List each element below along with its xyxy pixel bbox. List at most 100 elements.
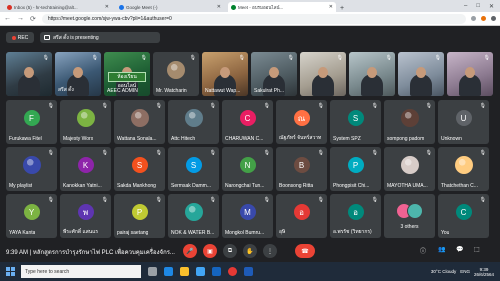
file-explorer-icon[interactable] bbox=[180, 267, 189, 276]
participant-tile[interactable]: 🎙 MAYOTHA UMA... bbox=[384, 147, 435, 191]
participant-name: Majesty Worx bbox=[63, 136, 94, 142]
task-view-icon[interactable] bbox=[148, 267, 157, 276]
participant-tile[interactable]: S 🎙 Sakda Mankhong bbox=[114, 147, 165, 191]
people-button[interactable]: 👥 bbox=[438, 246, 445, 253]
participant-name: อุษิ bbox=[279, 229, 286, 235]
meeting-details-button[interactable]: ⓘ bbox=[420, 246, 426, 255]
mic-muted-icon: 🎙 bbox=[209, 103, 216, 109]
minimize-button[interactable]: – bbox=[464, 3, 467, 10]
participant-name: Sermsak Damm... bbox=[171, 183, 212, 189]
participant-tile[interactable]: 🎙 Mr. Watcharin bbox=[153, 52, 199, 96]
back-arrow-icon[interactable]: ← bbox=[4, 15, 11, 22]
participant-tile[interactable]: ณ 🎙 ณัฐภัทร์ จันทร์สวาท bbox=[276, 100, 327, 144]
profile-avatar[interactable] bbox=[481, 16, 486, 21]
word-icon[interactable] bbox=[244, 267, 253, 276]
participant-tile[interactable]: พ 🎙 พีระศักดิ์ แสนแร bbox=[60, 194, 111, 238]
leave-call-button[interactable]: ☎ bbox=[295, 244, 315, 258]
reload-icon[interactable]: ⟳ bbox=[30, 15, 36, 23]
participant-tile[interactable]: 🎙 bbox=[300, 52, 346, 96]
tab-title: Meet - อบรมออนไลน์... bbox=[238, 4, 284, 10]
presenting-banner[interactable]: สรีส ดั้ง is presenting bbox=[40, 32, 160, 43]
store-icon[interactable] bbox=[196, 267, 205, 276]
participant-tile[interactable]: K 🎙 Kanokkan Yatni... bbox=[60, 147, 111, 191]
presenter-text: สรีส ดั้ง is presenting bbox=[53, 34, 99, 41]
browser-tab-meet-active[interactable]: Meet - อบรมออนไลน์... ✕ bbox=[228, 2, 336, 12]
microphone-button[interactable]: 🎤 bbox=[183, 244, 197, 258]
avatar bbox=[400, 156, 419, 174]
person-head bbox=[465, 67, 475, 78]
new-tab-button[interactable]: + bbox=[340, 5, 344, 12]
participant-tile[interactable]: 3 others bbox=[384, 194, 435, 238]
participant-tile[interactable]: 🎙 NOK & WATER B... bbox=[168, 194, 219, 238]
participant-tile[interactable]: C 🎙 You bbox=[438, 194, 489, 238]
participant-tile[interactable]: P 🎙 Phongpisit Chi... bbox=[330, 147, 381, 191]
participant-tile[interactable]: 🎙 sompong padom bbox=[384, 100, 435, 144]
participant-tile[interactable]: อ 🎙 อ.พรรัช (วิทยากร) bbox=[330, 194, 381, 238]
participant-name: Phongpisit Chi... bbox=[333, 183, 370, 189]
chat-button[interactable]: 💬 bbox=[456, 246, 463, 253]
avatar bbox=[76, 109, 95, 127]
participant-tile[interactable]: Y 🎙 YAYA Kanta bbox=[6, 194, 57, 238]
participant-name: sompong padom bbox=[387, 136, 425, 142]
extension-icon[interactable] bbox=[471, 16, 476, 21]
avatar bbox=[406, 203, 423, 219]
participant-tile[interactable]: อ 🎙 อุษิ bbox=[276, 194, 327, 238]
mic-muted-icon: 🎙 bbox=[317, 197, 324, 203]
maximize-button[interactable]: □ bbox=[476, 3, 480, 10]
browser-tab-inbox[interactable]: Inbox (5) - hr-techtraining@alt... ✕ bbox=[4, 2, 112, 12]
participant-tile[interactable]: 🎙 Thatchethan C... bbox=[438, 147, 489, 191]
participant-tile[interactable]: 🎙 Wattana Sonala... bbox=[114, 100, 165, 144]
participant-tile[interactable]: U 🎙 Unknown bbox=[438, 100, 489, 144]
recording-indicator[interactable]: REC bbox=[6, 32, 34, 43]
participant-tile[interactable]: S 🎙 System SPZ bbox=[330, 100, 381, 144]
participant-tile[interactable]: 🎙 สรีส ดั้ง bbox=[55, 52, 101, 96]
participant-tile[interactable]: 🎙 Attc Hitech bbox=[168, 100, 219, 144]
close-tab-icon[interactable]: ✕ bbox=[217, 4, 221, 10]
language-indicator[interactable]: ENG bbox=[460, 269, 470, 274]
participant-tile[interactable]: ห้องเรียนออนไลน์ 🎙 AEEC ADMIN bbox=[104, 52, 150, 96]
taskbar-clock[interactable]: 9:39 26/6/2564 bbox=[474, 267, 494, 277]
participant-tile[interactable]: M 🎙 Mongkol Bumru... bbox=[222, 194, 273, 238]
browser-tab-meet-1[interactable]: Google Meet (-) ✕ bbox=[116, 2, 224, 12]
raise-hand-button[interactable]: ✋ bbox=[243, 244, 257, 258]
participant-tile[interactable]: 🎙 Nattawut Wap... bbox=[202, 52, 248, 96]
participant-tile[interactable]: C 🎙 CHARUWAN C... bbox=[222, 100, 273, 144]
participant-tile[interactable]: 🎙 Majesty Worx bbox=[60, 100, 111, 144]
weather-text[interactable]: 30°C Cloudy bbox=[431, 269, 456, 274]
participant-tile[interactable]: 🎙 bbox=[398, 52, 444, 96]
participant-tile[interactable]: 🎙 bbox=[447, 52, 493, 96]
mic-muted-icon: 🎙 bbox=[140, 55, 147, 61]
participant-tile[interactable]: F 🎙 Furukawa Fitel bbox=[6, 100, 57, 144]
participant-name: MAYOTHA UMA... bbox=[387, 183, 428, 189]
close-window-button[interactable]: ✕ bbox=[489, 3, 494, 10]
activities-button[interactable]: ⬚ bbox=[474, 246, 480, 253]
menu-dots-icon[interactable] bbox=[491, 16, 496, 21]
avatar: S bbox=[131, 157, 148, 173]
participant-tile[interactable]: P 🎙 pairaj saetang bbox=[114, 194, 165, 238]
avatar: U bbox=[455, 110, 472, 126]
edge-icon[interactable] bbox=[164, 267, 173, 276]
participant-tile[interactable]: N 🎙 Narongchai Tun... bbox=[222, 147, 273, 191]
close-tab-icon[interactable]: ✕ bbox=[105, 4, 109, 10]
more-dots-icon: ⋮ bbox=[267, 248, 273, 255]
windows-start-icon[interactable] bbox=[6, 267, 15, 276]
person-head bbox=[269, 67, 279, 78]
taskbar-search-input[interactable]: Type here to search bbox=[21, 265, 141, 278]
participant-tile[interactable]: S 🎙 Sermsak Damm... bbox=[168, 147, 219, 191]
participant-tile[interactable]: 🎙 Sakulrat Ph... bbox=[251, 52, 297, 96]
captions-button[interactable]: ⧉ bbox=[223, 244, 237, 258]
person-head bbox=[220, 67, 230, 78]
close-tab-icon[interactable]: ✕ bbox=[329, 4, 333, 10]
participant-tile[interactable]: 🎙 My playlist bbox=[6, 147, 57, 191]
participant-tile[interactable]: 🎙 bbox=[6, 52, 52, 96]
participant-tile[interactable]: B 🎙 Boonsong Ritta bbox=[276, 147, 327, 191]
mic-muted-icon: 🎙 bbox=[317, 150, 324, 156]
participant-tile[interactable]: 🎙 bbox=[349, 52, 395, 96]
more-options-button[interactable]: ⋮ bbox=[263, 244, 277, 258]
mail-icon[interactable] bbox=[212, 267, 221, 276]
camera-button[interactable]: ▣ bbox=[203, 244, 217, 258]
chrome-icon[interactable] bbox=[228, 267, 237, 276]
mic-muted-icon: 🎙 bbox=[371, 197, 378, 203]
url-input[interactable]: https://meet.google.com/sjw-ywa-cbv?pli=… bbox=[41, 13, 466, 24]
forward-arrow-icon[interactable]: → bbox=[17, 15, 24, 22]
